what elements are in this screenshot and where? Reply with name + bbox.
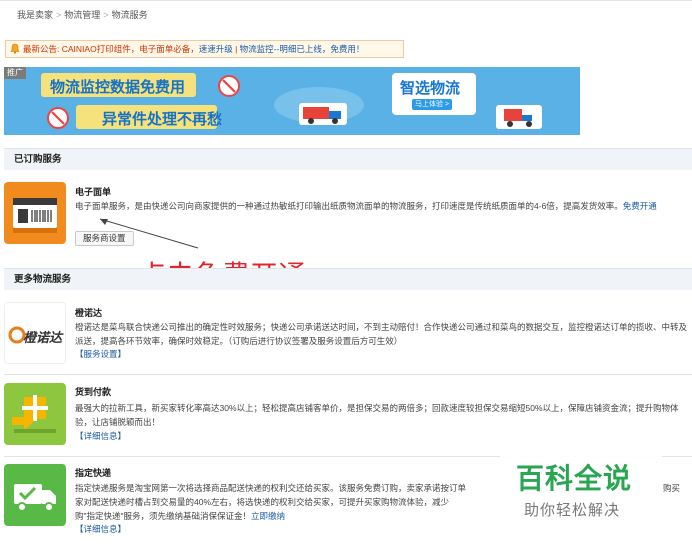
top-rule (0, 0, 692, 1)
banner-brand: 智选物流 (400, 80, 461, 97)
service-description-line-1: 指定快递服务是淘宝网第一次将选择商品配送快递的权利交还给买家。该服务免费订购，卖… (75, 483, 467, 493)
service-title: 指定快递 (75, 468, 112, 478)
notice-text-1: CAINIAO打印组件，电子面单必备， (61, 44, 199, 54)
service-description: 电子面单服务，是由快递公司向商家提供的一种通过热敏纸打印输出纸质物流面单的物流服… (75, 199, 689, 213)
notice-separator: | (232, 44, 240, 54)
breadcrumb-item-logistics[interactable]: 物流管理 (64, 10, 100, 20)
watermark-subtitle: 助你轻松解决 (524, 502, 621, 519)
service-description-text: 电子面单服务，是由快递公司向商家提供的一种通过热敏纸打印输出纸质物流面单的物流服… (75, 201, 623, 211)
breadcrumb: 我是卖家 > 物流管理 > 物流服务 (17, 8, 148, 21)
delivery-scooter-icon (496, 105, 542, 129)
chengnuoda-logo-text: 橙诺达 (23, 330, 63, 345)
notice-prefix: 最新公告: (23, 44, 60, 54)
service-description: 最强大的拉新工具，新买家转化率高达30%以上；轻松提高店铺客单价，是担保交易的两… (75, 403, 679, 427)
e-waybill-icon (4, 182, 66, 244)
more-services-section-header: 更多物流服务 (4, 268, 692, 290)
notice-text-2-link[interactable]: 物流监控--明细已上线，免费用！ (240, 44, 365, 54)
pay-now-link[interactable]: 立即缴纳 (251, 511, 285, 521)
breadcrumb-separator: > (56, 10, 62, 20)
service-title: 货到付款 (75, 387, 112, 397)
banner-line-1: 物流监控数据免费用 (50, 79, 186, 96)
service-description-line-3: 购"指定快递"服务，须先缴纳基础消保保证金！ (75, 511, 252, 521)
service-settings-link[interactable]: 【服务设置】 (75, 348, 126, 360)
promo-banner[interactable]: 推广 物流监控数据免费用 异常件处理不再愁 智选物流 马上体验 > (4, 67, 580, 135)
free-activate-link[interactable]: 免费开通 (623, 201, 657, 211)
service-description-line-1-end: 购买 (663, 483, 681, 493)
watermark-title: 百科全说 (516, 463, 633, 494)
subscribed-section-header: 已订购服务 (4, 148, 692, 170)
divider (4, 374, 692, 375)
details-link[interactable]: 【详细信息】 (75, 523, 126, 535)
service-item-cod: 货到付款 最强大的拉新工具，新买家转化率高达30%以上；轻松提高店铺客单价，是担… (4, 381, 692, 451)
service-title: 电子面单 (75, 187, 112, 197)
details-link[interactable]: 【详细信息】 (75, 430, 126, 442)
service-title: 橙诺达 (75, 308, 103, 318)
chengnuoda-logo-icon: 橙诺达 (4, 302, 66, 364)
notice-upgrade-link[interactable]: 速速升级 (199, 44, 233, 54)
try-now-button[interactable]: 马上体验 > (412, 99, 452, 110)
service-item-chengnuoda: 橙诺达 橙诺达 橙诺达是菜鸟联合快递公司推出的确定性时效服务；快递公司承诺送达时… (4, 300, 692, 370)
prohibited-icon (47, 107, 69, 129)
breadcrumb-item-seller[interactable]: 我是卖家 (17, 10, 53, 20)
delivery-truck-icon (299, 103, 347, 125)
service-description: 橙诺达是菜鸟联合快递公司推出的确定性时效服务；快递公司承诺送达时间，不到主动赔付… (75, 322, 688, 346)
cash-on-delivery-icon (4, 383, 66, 445)
breadcrumb-separator: > (103, 10, 109, 20)
designated-express-icon (4, 464, 66, 526)
watermark: 百科全说 助你轻松解决 (500, 447, 662, 529)
bell-icon (10, 43, 20, 54)
announcement-bar: 最新公告: CAINIAO打印组件，电子面单必备，速速升级 | 物流监控--明细… (5, 40, 404, 58)
breadcrumb-item-logistics-service: 物流服务 (111, 10, 148, 20)
ad-tag: 推广 (4, 67, 26, 79)
annotation-arrow (99, 218, 199, 249)
prohibited-icon (218, 75, 240, 97)
banner-line-2: 异常件处理不再愁 (102, 111, 223, 128)
